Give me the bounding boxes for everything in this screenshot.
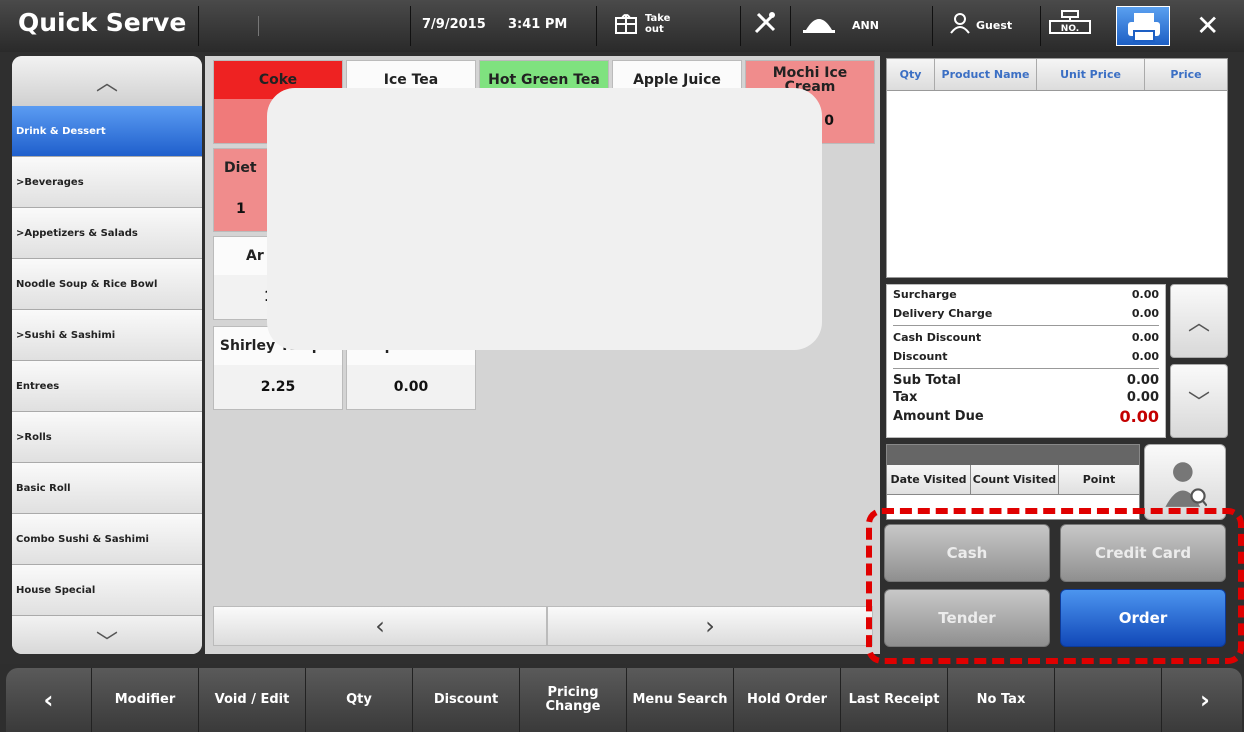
chevron-up-icon: ︿ <box>95 71 118 96</box>
modifier-button[interactable]: Modifier <box>92 668 199 732</box>
highlight-box <box>866 508 1244 664</box>
chevron-left-icon: ‹ <box>43 686 54 714</box>
utensils-icon[interactable] <box>752 10 778 42</box>
column-date-visited: Date Visited <box>887 465 971 494</box>
surcharge-label: Surcharge <box>893 288 957 301</box>
amount-due-label: Amount Due <box>893 408 984 424</box>
surcharge-value: 0.00 <box>1131 288 1159 301</box>
amount-due-value: 0.00 <box>1119 406 1159 426</box>
category-scroll-down-button[interactable]: ﹀ <box>12 616 202 654</box>
category-sushi-sashimi[interactable]: >Sushi & Sashimi <box>12 310 202 361</box>
category-combo-sushi[interactable]: Combo Sushi & Sashimi <box>12 514 202 565</box>
discount-value: 0.00 <box>1131 350 1159 363</box>
subtotal-label: Sub Total <box>893 373 961 388</box>
order-type-line1[interactable]: Take <box>645 14 670 24</box>
delivery-charge-value: 0.00 <box>1131 307 1159 320</box>
toolbar-next-button[interactable]: › <box>1162 668 1244 732</box>
product-grid: Coke 1 Ice Tea Hot Green Tea Apple Juice… <box>205 56 880 654</box>
last-receipt-button[interactable]: Last Receipt <box>841 668 948 732</box>
chevron-right-icon: › <box>705 612 715 640</box>
category-noodle-soup[interactable]: Noodle Soup & Rice Bowl <box>12 259 202 310</box>
hold-order-button[interactable]: Hold Order <box>734 668 841 732</box>
discount-label: Discount <box>893 350 948 363</box>
category-entrees[interactable]: Entrees <box>12 361 202 412</box>
order-type-line2[interactable]: out <box>645 25 664 35</box>
printer-icon <box>1128 13 1160 42</box>
totals-panel: Surcharge 0.00 Delivery Charge 0.00 Cash D… <box>886 284 1166 438</box>
column-product-name: Product Name <box>935 59 1037 90</box>
table-number-icon[interactable]: NO. <box>1048 10 1092 44</box>
product-page-next-button[interactable]: › <box>547 606 873 646</box>
cash-discount-label: Cash Discount <box>893 331 982 344</box>
no-tax-button[interactable]: No Tax <box>948 668 1055 732</box>
category-house-special[interactable]: House Special <box>12 565 202 616</box>
qty-button[interactable]: Qty <box>306 668 413 732</box>
pricing-change-button[interactable]: Pricing Change <box>520 668 627 732</box>
top-bar: Quick Serve 7/9/2015 3:41 PM Take out AN… <box>0 0 1244 52</box>
blank-toolbar-button[interactable] <box>1055 668 1162 732</box>
chevron-right-icon: › <box>1200 686 1210 714</box>
date-display: 7/9/2015 <box>422 17 486 32</box>
order-table: Qty Product Name Unit Price Price <box>886 58 1228 278</box>
column-qty: Qty <box>887 59 935 90</box>
bottom-toolbar: ‹ Modifier Void / Edit Qty Discount Pric… <box>0 664 1244 732</box>
customer-name[interactable]: Guest <box>976 19 1012 32</box>
column-point: Point <box>1082 473 1116 486</box>
discount-button[interactable]: Discount <box>413 668 520 732</box>
column-count-visited: Count Visited <box>971 465 1059 494</box>
pos-app: Quick Serve 7/9/2015 3:41 PM Take out AN… <box>0 0 1244 732</box>
chevron-down-icon: ﹀ <box>1187 391 1210 416</box>
category-drink-dessert[interactable]: Drink & Dessert <box>12 106 202 157</box>
tax-value: 0.00 <box>1126 390 1159 405</box>
toolbar-prev-button[interactable]: ‹ <box>6 668 92 732</box>
app-title: Quick Serve <box>18 8 187 37</box>
server-name[interactable]: ANN <box>852 19 879 32</box>
category-basic-roll[interactable]: Basic Roll <box>12 463 202 514</box>
takeout-icon[interactable] <box>614 11 638 41</box>
category-beverages[interactable]: >Beverages <box>12 157 202 208</box>
loading-overlay <box>267 88 822 350</box>
subtotal-value: 0.00 <box>1126 373 1159 388</box>
order-table-header: Qty Product Name Unit Price Price <box>887 59 1227 91</box>
customer-icon[interactable] <box>948 11 972 41</box>
totals-scroll-down-button[interactable]: ﹀ <box>1170 364 1228 438</box>
column-unit-price: Unit Price <box>1037 59 1145 90</box>
category-rolls[interactable]: >Rolls <box>12 412 202 463</box>
column-price: Price <box>1170 68 1202 81</box>
svg-text:NO.: NO. <box>1061 24 1079 34</box>
delivery-charge-label: Delivery Charge <box>893 307 993 320</box>
chevron-up-icon: ︿ <box>1187 311 1210 336</box>
category-scroll-up-button[interactable]: ︿ <box>12 56 202 106</box>
customer-search-icon <box>1165 462 1207 507</box>
totals-scroll-up-button[interactable]: ︿ <box>1170 284 1228 358</box>
cash-discount-value: 0.00 <box>1131 331 1159 344</box>
chevron-down-icon: ﹀ <box>95 631 118 654</box>
print-button[interactable] <box>1116 6 1170 46</box>
category-appetizers-salads[interactable]: >Appetizers & Salads <box>12 208 202 259</box>
category-sidebar: ︿ Drink & Dessert >Beverages >Appetizers… <box>12 56 202 654</box>
tax-label: Tax <box>893 390 918 405</box>
server-bell-icon[interactable] <box>802 12 836 40</box>
time-display: 3:41 PM <box>508 17 568 32</box>
chevron-left-icon: ‹ <box>375 612 385 640</box>
product-page-prev-button[interactable]: ‹ <box>213 606 547 646</box>
close-icon[interactable]: ✕ <box>1196 9 1219 42</box>
void-edit-button[interactable]: Void / Edit <box>199 668 306 732</box>
menu-search-button[interactable]: Menu Search <box>627 668 734 732</box>
